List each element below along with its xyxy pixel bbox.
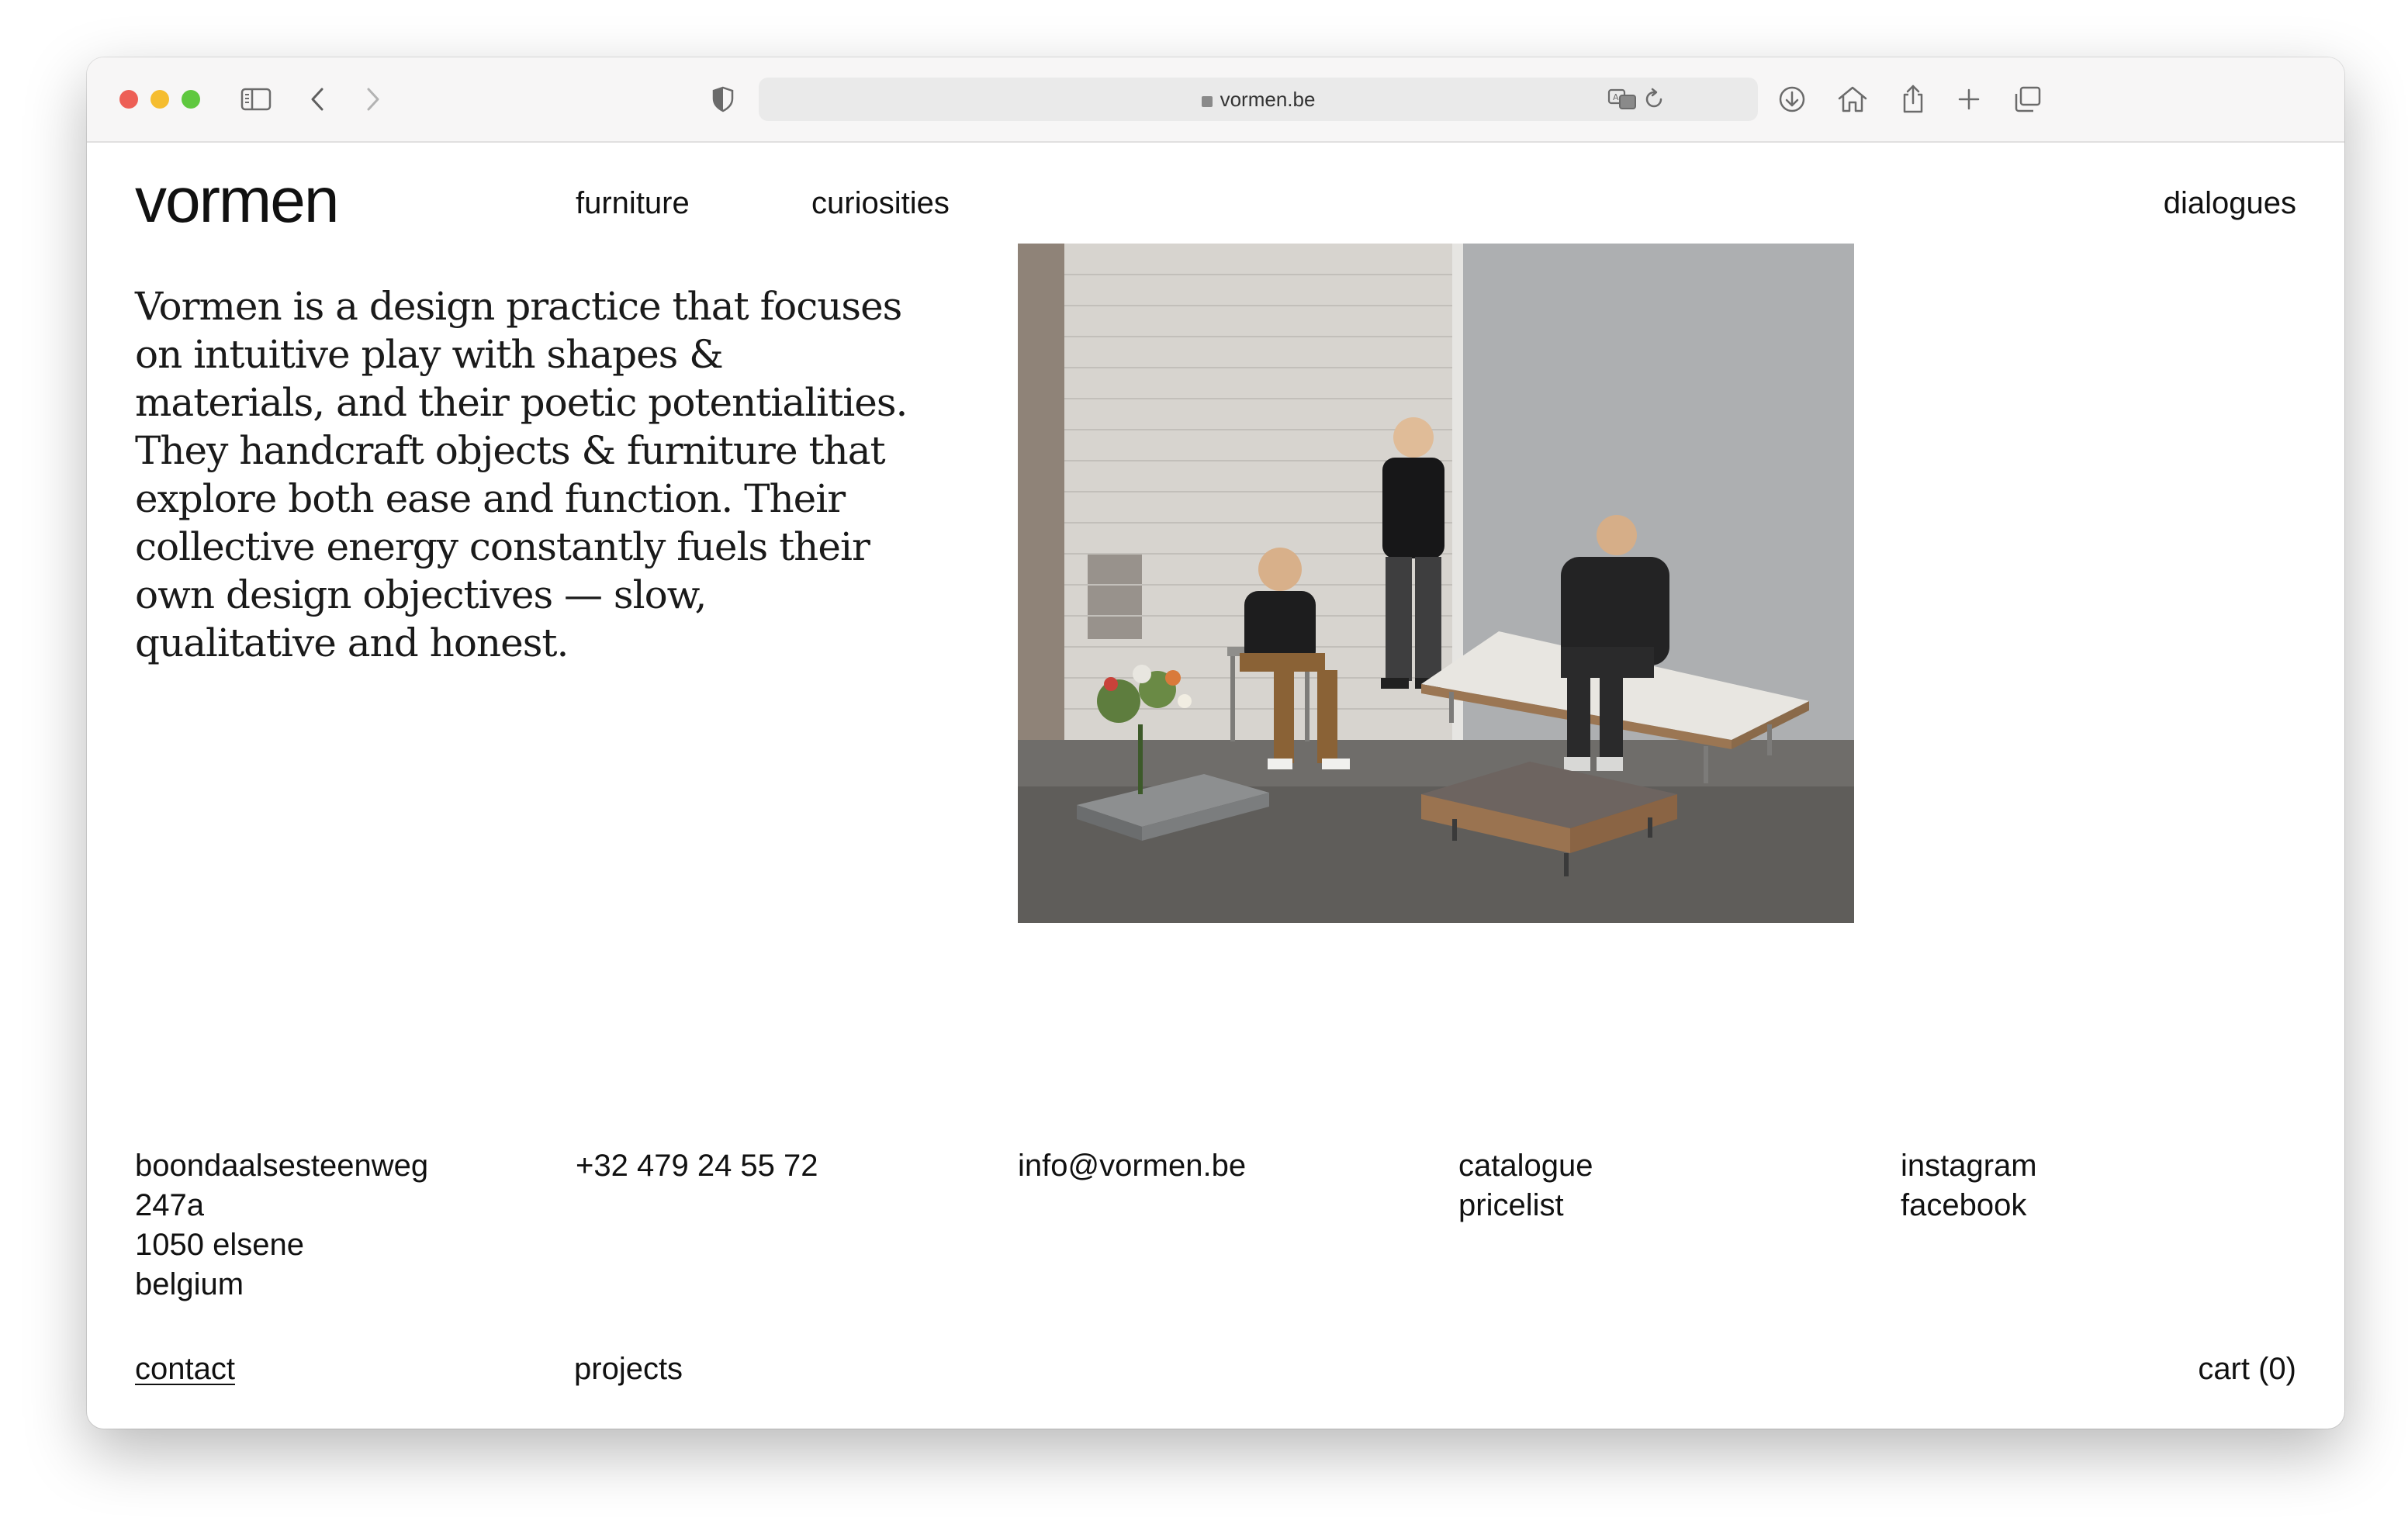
site-logo[interactable]: vormen (135, 169, 339, 233)
team-photo-illustration (1018, 244, 1854, 923)
facebook-link[interactable]: facebook (1901, 1186, 2037, 1225)
team-photo (1018, 244, 1854, 923)
address-block: boondaalsesteenweg 247a 1050 elsene belg… (135, 1146, 428, 1305)
close-window-button[interactable] (119, 90, 138, 109)
email-link[interactable]: info@vormen.be (1018, 1146, 1246, 1186)
projects-link[interactable]: projects (574, 1350, 683, 1389)
back-icon[interactable] (299, 81, 337, 118)
svg-text:A: A (1613, 92, 1619, 102)
contact-link[interactable]: contact (135, 1350, 235, 1389)
privacy-shield-icon[interactable] (704, 81, 742, 118)
cart-link[interactable]: cart (0) (2198, 1350, 2296, 1389)
instagram-link[interactable]: instagram (1901, 1146, 2037, 1186)
reload-icon[interactable] (1635, 81, 1673, 118)
nav-dialogues[interactable]: dialogues (2164, 185, 2296, 222)
tab-overview-icon[interactable] (2009, 81, 2046, 118)
browser-toolbar: vormen.be A (87, 57, 2344, 143)
home-icon[interactable] (1834, 81, 1871, 118)
downloads-icon[interactable] (1773, 81, 1811, 118)
nav-furniture[interactable]: furniture (576, 185, 690, 222)
nav-curiosities[interactable]: curiosities (811, 185, 950, 222)
social-links: instagram facebook (1901, 1146, 2037, 1225)
address-line: belgium (135, 1267, 244, 1301)
url-label: vormen.be (1220, 88, 1316, 111)
pricelist-link[interactable]: pricelist (1458, 1186, 1593, 1225)
address-line: boondaalsesteenweg (135, 1149, 429, 1183)
address-line: 1050 elsene (135, 1228, 304, 1262)
forward-icon[interactable] (354, 81, 391, 118)
new-tab-icon[interactable] (1950, 81, 1988, 118)
browser-window: vormen.be A vormen furniture curiosities… (87, 57, 2344, 1429)
intro-paragraph: Vormen is a design practice that focuses… (135, 284, 908, 665)
address-line: 247a (135, 1188, 204, 1222)
address-bar[interactable]: vormen.be A (759, 78, 1758, 121)
sidebar-icon[interactable] (237, 81, 275, 118)
page-content: vormen furniture curiosities dialogues V… (87, 143, 2344, 1429)
zoom-window-button[interactable] (182, 90, 200, 109)
catalogue-link[interactable]: catalogue (1458, 1146, 1593, 1186)
share-icon[interactable] (1894, 81, 1932, 118)
lock-icon (1201, 96, 1213, 107)
documents-links: catalogue pricelist (1458, 1146, 1593, 1225)
phone-link[interactable]: +32 479 24 55 72 (576, 1146, 818, 1186)
minimize-window-button[interactable] (150, 90, 169, 109)
